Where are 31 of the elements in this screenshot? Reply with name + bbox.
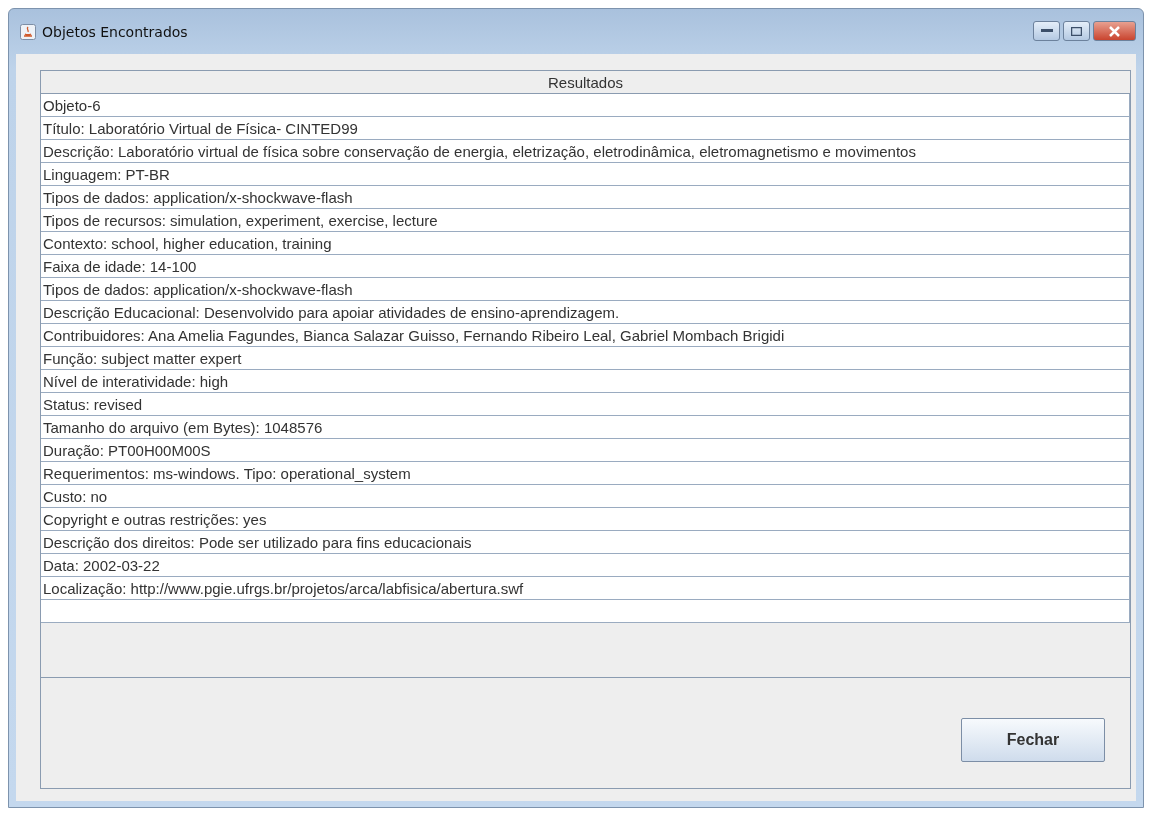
close-button[interactable] [1093,21,1136,41]
table-cell: Contribuidores: Ana Amelia Fagundes, Bianca Salazar Guisso, Fernando Ribeiro Leal, Gabriel Mombach Brigidi [41,324,1130,347]
maximize-icon [1071,26,1082,36]
table-cell: Descrição Educacional: Desenvolvido para apoiar atividades de ensino-aprendizagem. [41,301,1130,324]
table-cell: Tamanho do arquivo (em Bytes): 1048576 [41,416,1130,439]
app-icon [20,23,36,40]
window-title: Objetos Encontrados [42,23,188,40]
table-cell: Descrição: Laboratório virtual de física sobre conservação de energia, eletrização, eletrodinâmica, eletromagnetismo e movimentos [41,140,1130,163]
table-cell: Função: subject matter expert [41,347,1130,370]
minimize-button[interactable] [1033,21,1060,41]
table-cell: Status: revised [41,393,1130,416]
table-cell: Duração: PT00H00M00S [41,439,1130,462]
table-cell: Data: 2002-03-22 [41,554,1130,577]
table-cell: Custo: no [41,485,1130,508]
table-cell: Tipos de dados: application/x-shockwave-flash [41,278,1130,301]
maximize-button[interactable] [1063,21,1090,41]
minimize-icon [1040,29,1053,33]
table-cell: Requerimentos: ms-windows. Tipo: operational_system [41,462,1130,485]
table-cell: Linguagem: PT-BR [41,163,1130,186]
table-cell: Descrição dos direitos: Pode ser utilizado para fins educacionais [41,531,1130,554]
close-icon [1108,25,1121,37]
table-cell: Localização: http://www.pgie.ufrgs.br/projetos/arca/labfisica/abertura.swf [41,577,1130,600]
table-cell: Título: Laboratório Virtual de Física- CINTED99 [41,117,1130,140]
table-cell: Nível de interatividade: high [41,370,1130,393]
table-cell: Contexto: school, higher education, training [41,232,1130,255]
close-dialog-button[interactable]: Fechar [961,718,1105,762]
table-cell: Objeto-6 [41,94,1130,117]
table-cell: Tipos de recursos: simulation, experiment, exercise, lecture [41,209,1130,232]
table-cell: Faixa de idade: 14-100 [41,255,1130,278]
table-cell: Tipos de dados: application/x-shockwave-flash [41,186,1130,209]
table-cell: Copyright e outras restrições: yes [41,508,1130,531]
